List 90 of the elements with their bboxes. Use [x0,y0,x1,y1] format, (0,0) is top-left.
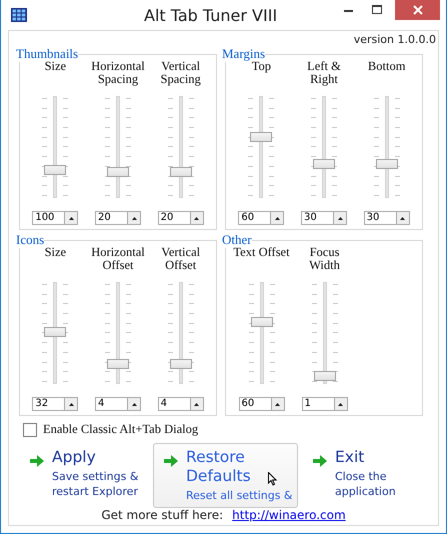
vertical-slider[interactable] [44,279,66,387]
command-description: Close the application [335,469,397,499]
command-link[interactable]: Apply Save settings & restart Explorer [19,443,149,508]
arrow-icon [164,455,178,467]
group-title: Margins [222,46,266,62]
spin-field[interactable]: 32 [32,397,78,411]
spin-field[interactable]: 60 [238,211,284,225]
vertical-slider[interactable] [250,279,272,387]
slider-label: Text Offset [232,246,291,261]
vertical-slider[interactable] [313,93,335,201]
command-title: Restore Defaults [186,448,252,486]
command-description: Reset all settings & [186,488,294,503]
spin-field[interactable]: 20 [95,211,141,225]
slider-label: Size [44,60,68,75]
slider-thumb[interactable] [107,359,129,370]
up-arrow-icon [400,216,406,220]
slider-label: Size [44,246,68,261]
up-arrow-icon [132,402,136,406]
checkbox[interactable] [23,422,37,436]
slider-label: Bottom [366,60,406,75]
up-arrow-icon [338,402,343,406]
slider-label: Top [252,60,272,75]
slider-thumb[interactable] [170,359,192,370]
vertical-slider[interactable] [44,93,66,201]
spin-field[interactable]: 30 [364,211,410,225]
app-icon [11,8,27,22]
up-arrow-icon [194,402,200,406]
vertical-slider[interactable] [107,279,129,387]
command-title: Apply [52,448,97,467]
vertical-slider[interactable] [314,279,336,387]
spin-field[interactable]: 60 [238,397,284,411]
command-link[interactable]: Restore Defaults Reset all settings & [153,443,298,508]
slider-thumb[interactable] [250,132,272,142]
spin-up-button[interactable] [127,398,140,410]
spin-up-button[interactable] [64,212,78,224]
close-button[interactable] [395,0,440,20]
up-arrow-icon [338,216,342,220]
up-arrow-icon [274,216,280,220]
up-arrow-icon [194,216,200,220]
spin-field[interactable]: 20 [158,211,204,225]
spin-field[interactable]: 1 [302,397,348,411]
spin-up-button[interactable] [396,212,409,224]
window-title: Alt Tab Tuner VIII [144,6,278,25]
vertical-slider[interactable] [107,93,129,201]
website-link[interactable]: http://winaero.com [232,508,346,522]
checkbox-label: Enable Classic Alt+Tab Dialog [43,422,198,437]
arrow-icon [30,455,44,467]
slider-label: Left & Right [306,60,342,88]
up-arrow-icon [275,402,280,406]
spin-up-button[interactable] [334,398,346,410]
command-title: Exit [335,448,366,467]
close-icon [412,5,422,15]
spin-field[interactable]: 30 [301,211,347,225]
slider-label: Vertical Spacing [160,60,202,88]
vertical-slider[interactable] [170,279,192,387]
arrow-icon [313,455,327,467]
slider-thumb[interactable] [376,158,398,169]
slider-thumb[interactable] [313,158,335,169]
up-arrow-icon [68,402,74,406]
slider-label: Horizontal Spacing [90,60,146,88]
slider-label: Focus Width [308,246,341,274]
spin-up-button[interactable] [64,398,78,410]
slider-thumb[interactable] [44,327,66,338]
spin-up-button[interactable] [333,212,346,224]
vertical-slider[interactable] [250,93,272,201]
slider-label: Vertical Offset [160,246,202,274]
spin-up-button[interactable] [190,212,203,224]
slider-thumb[interactable] [170,167,192,178]
spin-field[interactable]: 4 [95,397,141,411]
vertical-slider[interactable] [376,93,398,201]
spin-up-button[interactable] [270,398,284,410]
spin-up-button[interactable] [190,398,203,410]
maximize-icon [372,5,382,15]
slider-thumb[interactable] [107,167,129,178]
slider-thumb[interactable] [314,371,336,382]
up-arrow-icon [68,216,74,220]
vertical-slider[interactable] [170,93,192,201]
spin-up-button[interactable] [127,212,140,224]
spin-up-button[interactable] [270,212,284,224]
slider-thumb[interactable] [44,164,66,175]
cursor-icon [268,472,277,486]
command-link[interactable]: Exit Close the application [302,443,412,508]
version-label: version 1.0.0.0 [354,33,436,46]
up-arrow-icon [132,216,136,220]
spin-field[interactable]: 100 [32,211,78,225]
slider-label: Horizontal Offset [90,246,146,274]
footer-text: Get more stuff here: [101,508,224,522]
command-description: Save settings & restart Explorer [52,469,140,499]
slider-thumb[interactable] [250,317,272,328]
spin-field[interactable]: 4 [158,397,204,411]
